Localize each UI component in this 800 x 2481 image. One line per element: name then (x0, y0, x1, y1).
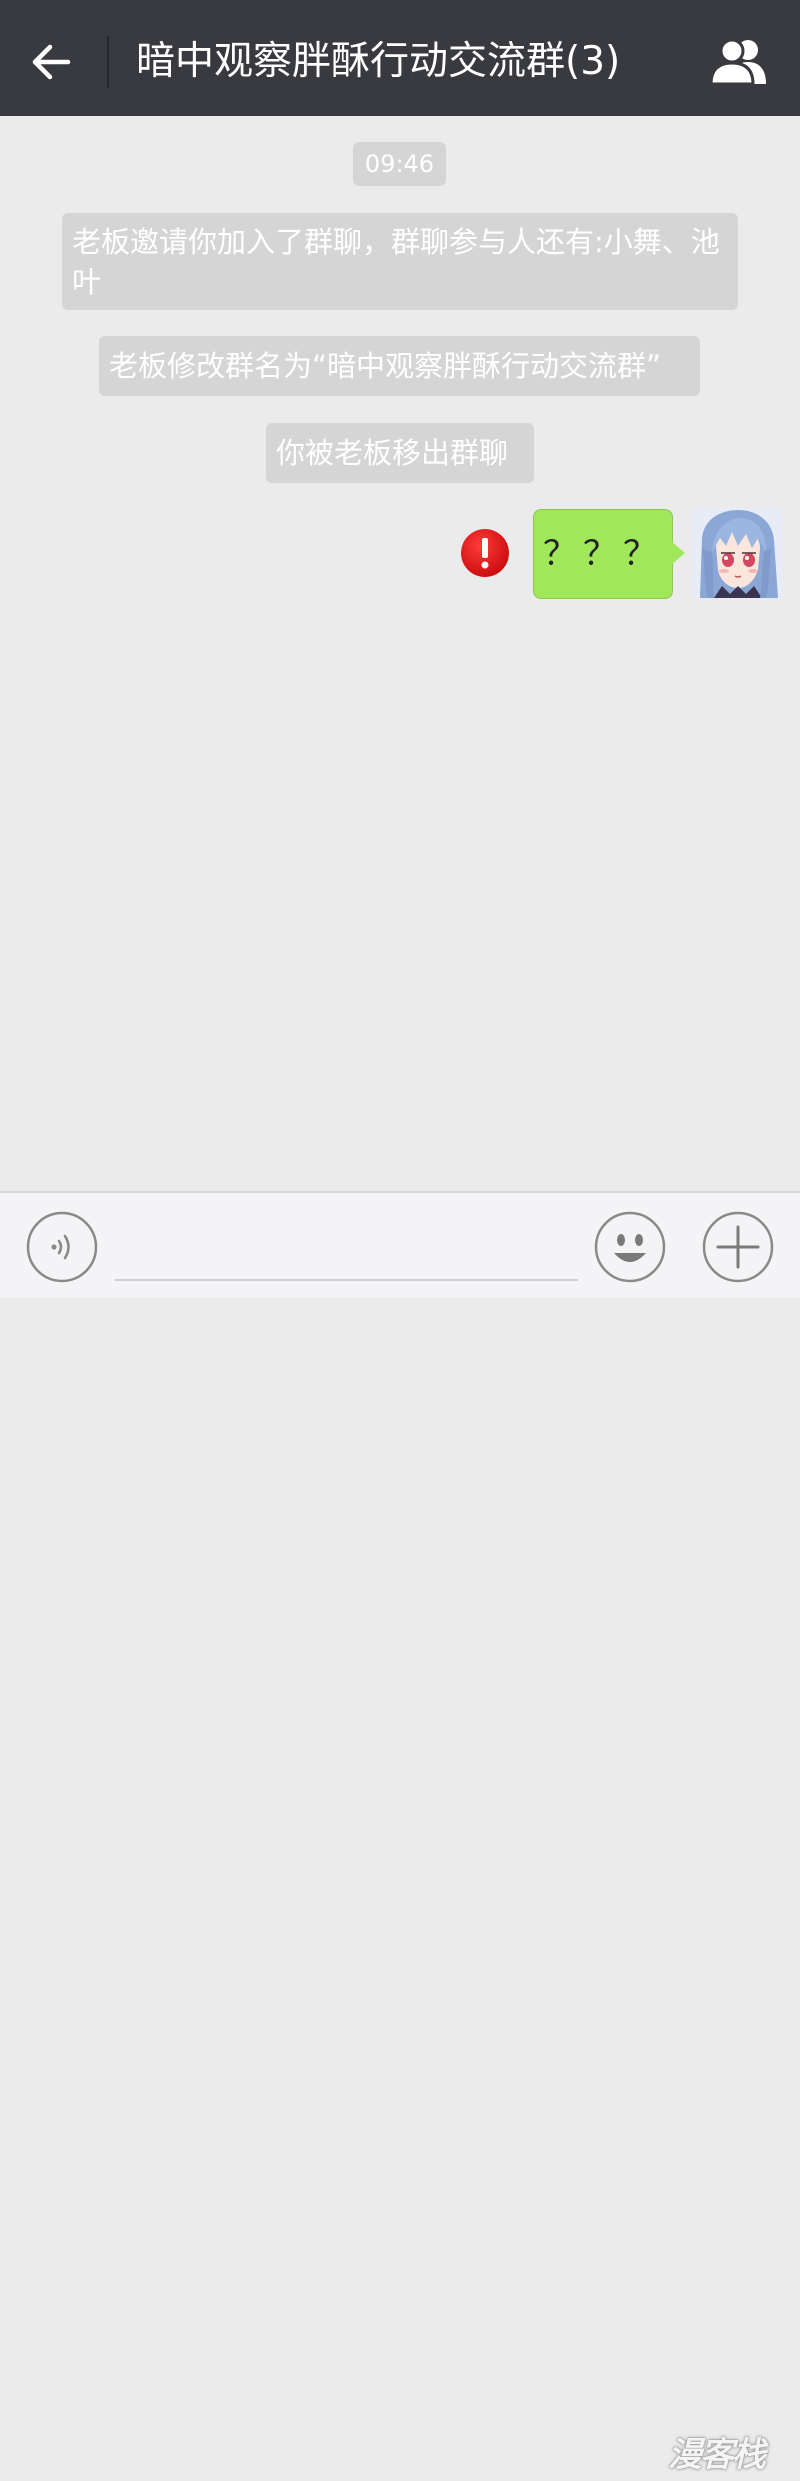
outgoing-message-bubble[interactable]: ？？？ (533, 509, 673, 599)
chat-title: 暗中观察胖酥行动交流群(3) (136, 39, 621, 84)
send-failed-icon[interactable] (460, 528, 510, 578)
group-members-button[interactable] (704, 34, 774, 90)
input-bar: 漫客栈 (0, 1191, 800, 2475)
emoji-button[interactable] (594, 1211, 666, 1283)
message-timestamp: 09:46 (353, 142, 446, 186)
anime-girl-avatar (692, 508, 782, 598)
group-members-icon (709, 38, 766, 86)
plus-icon (702, 1211, 774, 1283)
header-divider (107, 36, 109, 88)
user-avatar[interactable] (692, 508, 782, 598)
watermark-logo: 漫客栈 (668, 2435, 766, 2475)
voice-button[interactable] (26, 1211, 98, 1283)
back-button[interactable] (22, 30, 82, 90)
voice-input-icon (26, 1211, 98, 1283)
chat-area[interactable]: 09:46 老板邀请你加入了群聊，群聊参与人还有:小舞、池叶 老板修改群名为“暗… (0, 116, 800, 1191)
message-input[interactable] (115, 1211, 578, 1277)
system-message-rename: 老板修改群名为“暗中观察胖酥行动交流群” (99, 336, 700, 396)
system-message-invite: 老板邀请你加入了群聊，群聊参与人还有:小舞、池叶 (62, 213, 738, 310)
chat-header: 暗中观察胖酥行动交流群(3) (0, 0, 800, 116)
bubble-tail (671, 541, 685, 565)
input-underline (115, 1279, 578, 1281)
emoji-smile-icon (594, 1211, 666, 1283)
system-message-removed: 你被老板移出群聊 (266, 423, 534, 483)
more-button[interactable] (702, 1211, 774, 1283)
arrow-left-icon (32, 44, 71, 80)
